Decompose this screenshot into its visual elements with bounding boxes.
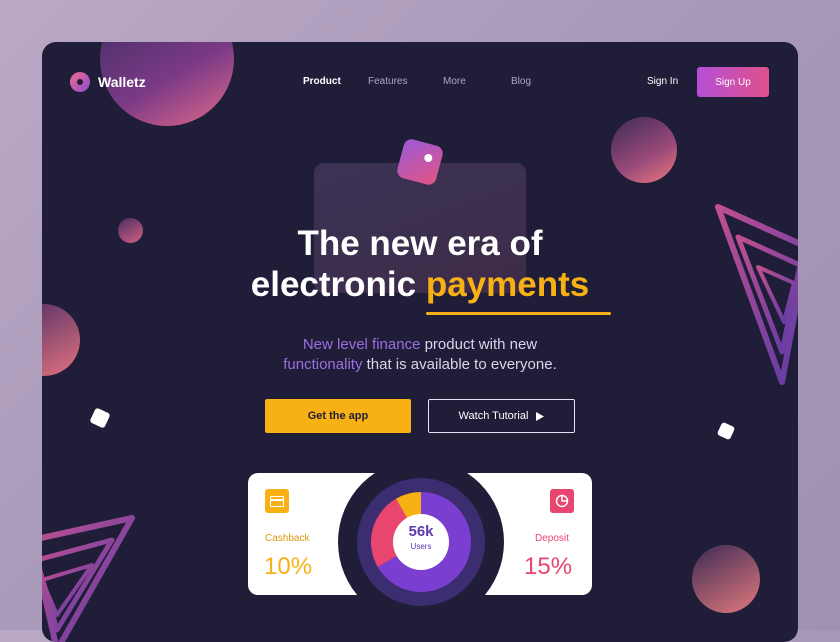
subtitle-accent-1: New level finance	[302, 336, 421, 353]
hero-title-accent: payments	[425, 265, 590, 304]
users-value: 56k	[408, 523, 434, 540]
decor-square-right	[716, 421, 736, 441]
decor-circle-bottom-right	[692, 545, 760, 613]
hero-subtitle-line2: functionality that is available to every…	[42, 355, 798, 375]
users-donut: 56k Users	[338, 459, 504, 625]
users-label: Users	[410, 542, 432, 551]
signup-button[interactable]: Sign Up	[697, 67, 769, 97]
deposit-value: 15%	[524, 553, 573, 580]
play-icon	[536, 411, 545, 421]
deposit-label: Deposit	[535, 533, 569, 544]
landing-page: Walletz Product Features More Blog Sign …	[42, 42, 798, 642]
get-app-button[interactable]: Get the app	[265, 399, 411, 433]
pie-chart-icon	[550, 489, 574, 513]
nav-product[interactable]: Product	[303, 76, 341, 87]
watch-tutorial-button[interactable]: Watch Tutorial	[428, 399, 575, 433]
nav-more[interactable]: More	[443, 76, 466, 87]
hero-title-underline	[426, 312, 611, 315]
cashback-label: Cashback	[265, 533, 310, 544]
hero-title-prefix: electronic	[250, 265, 426, 304]
nav-blog[interactable]: Blog	[511, 76, 531, 87]
signin-link[interactable]: Sign In	[647, 76, 678, 87]
brand-name[interactable]: Walletz	[98, 74, 146, 90]
credit-card-icon	[265, 489, 289, 513]
hero-subtitle-line1: New level finance product with new	[42, 335, 798, 355]
decor-triangle-left	[42, 515, 135, 642]
logo-icon[interactable]	[70, 72, 90, 92]
watch-tutorial-label: Watch Tutorial	[458, 410, 529, 422]
subtitle-accent-2: functionality	[283, 356, 363, 373]
subtitle-rest-2: that is available to everyone.	[362, 356, 557, 373]
nav-features[interactable]: Features	[368, 76, 407, 87]
hero-title-line2: electronic payments	[42, 264, 798, 306]
cashback-value: 10%	[264, 553, 313, 580]
decor-square-left	[89, 407, 111, 429]
hero-title-line1: The new era of	[297, 224, 543, 263]
subtitle-rest-1: product with new	[420, 336, 538, 353]
decor-circle-top-right	[611, 117, 677, 183]
